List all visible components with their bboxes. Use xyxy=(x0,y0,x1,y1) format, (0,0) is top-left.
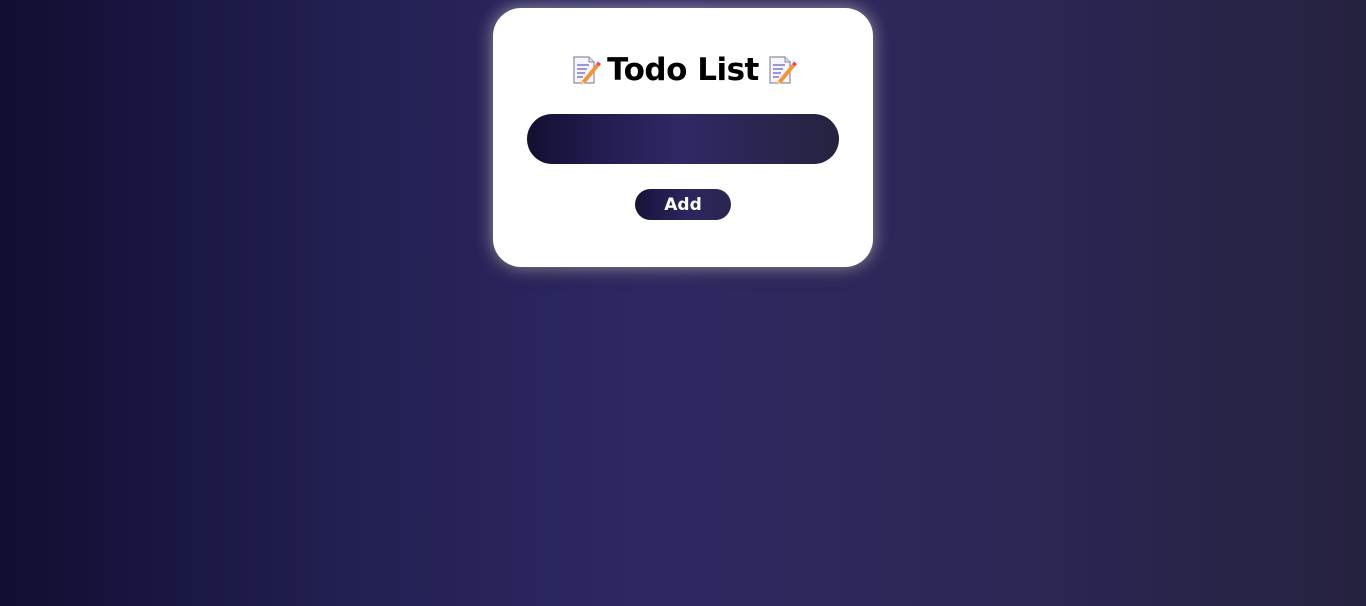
memo-pencil-icon xyxy=(769,56,797,85)
app-title: Todo List xyxy=(607,52,759,88)
memo-pencil-icon xyxy=(573,56,602,85)
page-title-row: Todo List xyxy=(493,50,873,90)
todo-input[interactable] xyxy=(527,114,839,164)
add-button[interactable]: Add xyxy=(635,189,731,220)
todo-card: Todo List Add xyxy=(493,8,873,267)
